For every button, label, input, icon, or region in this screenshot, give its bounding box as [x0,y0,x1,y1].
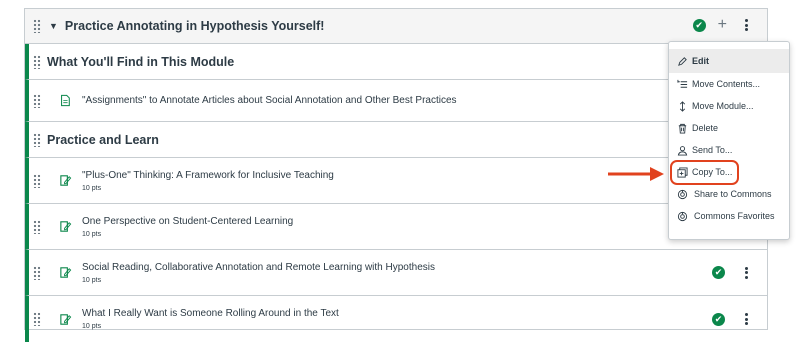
published-check-icon[interactable]: ✔ [692,18,706,32]
item-title[interactable]: Social Reading, Collaborative Annotation… [82,262,435,273]
menu-item-send-to[interactable]: Send To... [669,139,789,161]
published-check-icon[interactable]: ✔ [712,266,725,279]
drag-handle-icon[interactable] [33,173,41,188]
module-header[interactable]: ▼ Practice Annotating in Hypothesis Your… [25,9,767,44]
collapse-caret-icon[interactable]: ▼ [49,21,58,31]
item-points: 10 pts [82,184,102,192]
assignment-icon [58,220,72,234]
module-options-menu: Edit Move Contents... Move Module... Del… [668,41,790,240]
item-title[interactable]: What I Really Want is Someone Rolling Ar… [82,308,339,319]
subheader-row: Practice and Learn [25,122,767,158]
menu-label: Copy To... [692,167,733,177]
drag-handle-icon[interactable] [33,219,41,234]
list-item[interactable]: Social Reading, Collaborative Annotation… [25,250,767,296]
drag-handle-icon[interactable] [33,93,41,108]
menu-label: Move Module... [692,101,754,111]
copy-icon [677,166,688,178]
item-actions: ✔ [712,266,753,280]
trash-icon [678,123,687,134]
item-points: 10 pts [82,276,102,284]
module-title: Practice Annotating in Hypothesis Yourse… [64,19,325,33]
assignment-icon [58,266,72,280]
menu-label: Delete [692,123,719,133]
subheader-label: Practice and Learn [47,132,159,147]
subheader-label: What You'll Find in This Module [47,54,235,69]
menu-item-move-contents[interactable]: Move Contents... [669,73,789,95]
commons-icon [677,189,688,199]
menu-label: Move Contents... [692,79,761,89]
assignment-icon [58,312,72,326]
menu-label: Send To... [692,145,733,155]
move-arrows-icon [679,100,686,112]
list-item[interactable]: One Perspective on Student-Centered Lear… [25,204,767,250]
move-contents-icon [677,79,688,88]
module-actions: ✔ + [692,17,753,33]
page-icon [58,94,72,108]
menu-item-share-commons[interactable]: Share to Commons [669,183,789,205]
item-title[interactable]: "Assignments" to Annotate Articles about… [82,95,457,106]
list-item[interactable]: "Assignments" to Annotate Articles about… [25,80,767,122]
published-check-icon[interactable]: ✔ [712,312,725,326]
item-title[interactable]: "Plus-One" Thinking: A Framework for Inc… [82,170,334,181]
user-icon [677,145,688,156]
subheader-row: What You'll Find in This Module [25,44,767,80]
item-points: 10 pts [82,230,102,238]
pencil-icon [678,56,687,66]
pointer-arrow-icon [608,167,664,181]
item-points: 10 pts [82,323,102,330]
menu-item-copy-to[interactable]: Copy To... [669,161,789,183]
list-item[interactable]: What I Really Want is Someone Rolling Ar… [25,296,767,342]
menu-item-delete[interactable]: Delete [669,117,789,139]
item-kebab-icon[interactable] [739,266,753,280]
module-kebab-icon[interactable] [739,18,753,32]
menu-label: Share to Commons [694,189,772,199]
menu-item-commons-favorites[interactable]: Commons Favorites [669,205,789,227]
drag-handle-icon[interactable] [33,132,41,147]
drag-handle-icon[interactable] [33,19,41,33]
assignment-icon [58,174,72,188]
item-kebab-icon[interactable] [739,312,753,326]
drag-handle-icon[interactable] [33,312,41,326]
menu-label: Edit [692,56,709,66]
menu-item-edit[interactable]: Edit [669,49,789,73]
menu-item-move-module[interactable]: Move Module... [669,95,789,117]
drag-handle-icon[interactable] [33,265,41,280]
item-title[interactable]: One Perspective on Student-Centered Lear… [82,216,293,227]
menu-label: Commons Favorites [694,211,775,221]
drag-handle-icon[interactable] [33,54,41,69]
item-actions: ✔ [712,312,753,326]
commons-icon [677,211,688,221]
add-item-icon[interactable]: + [718,17,727,33]
